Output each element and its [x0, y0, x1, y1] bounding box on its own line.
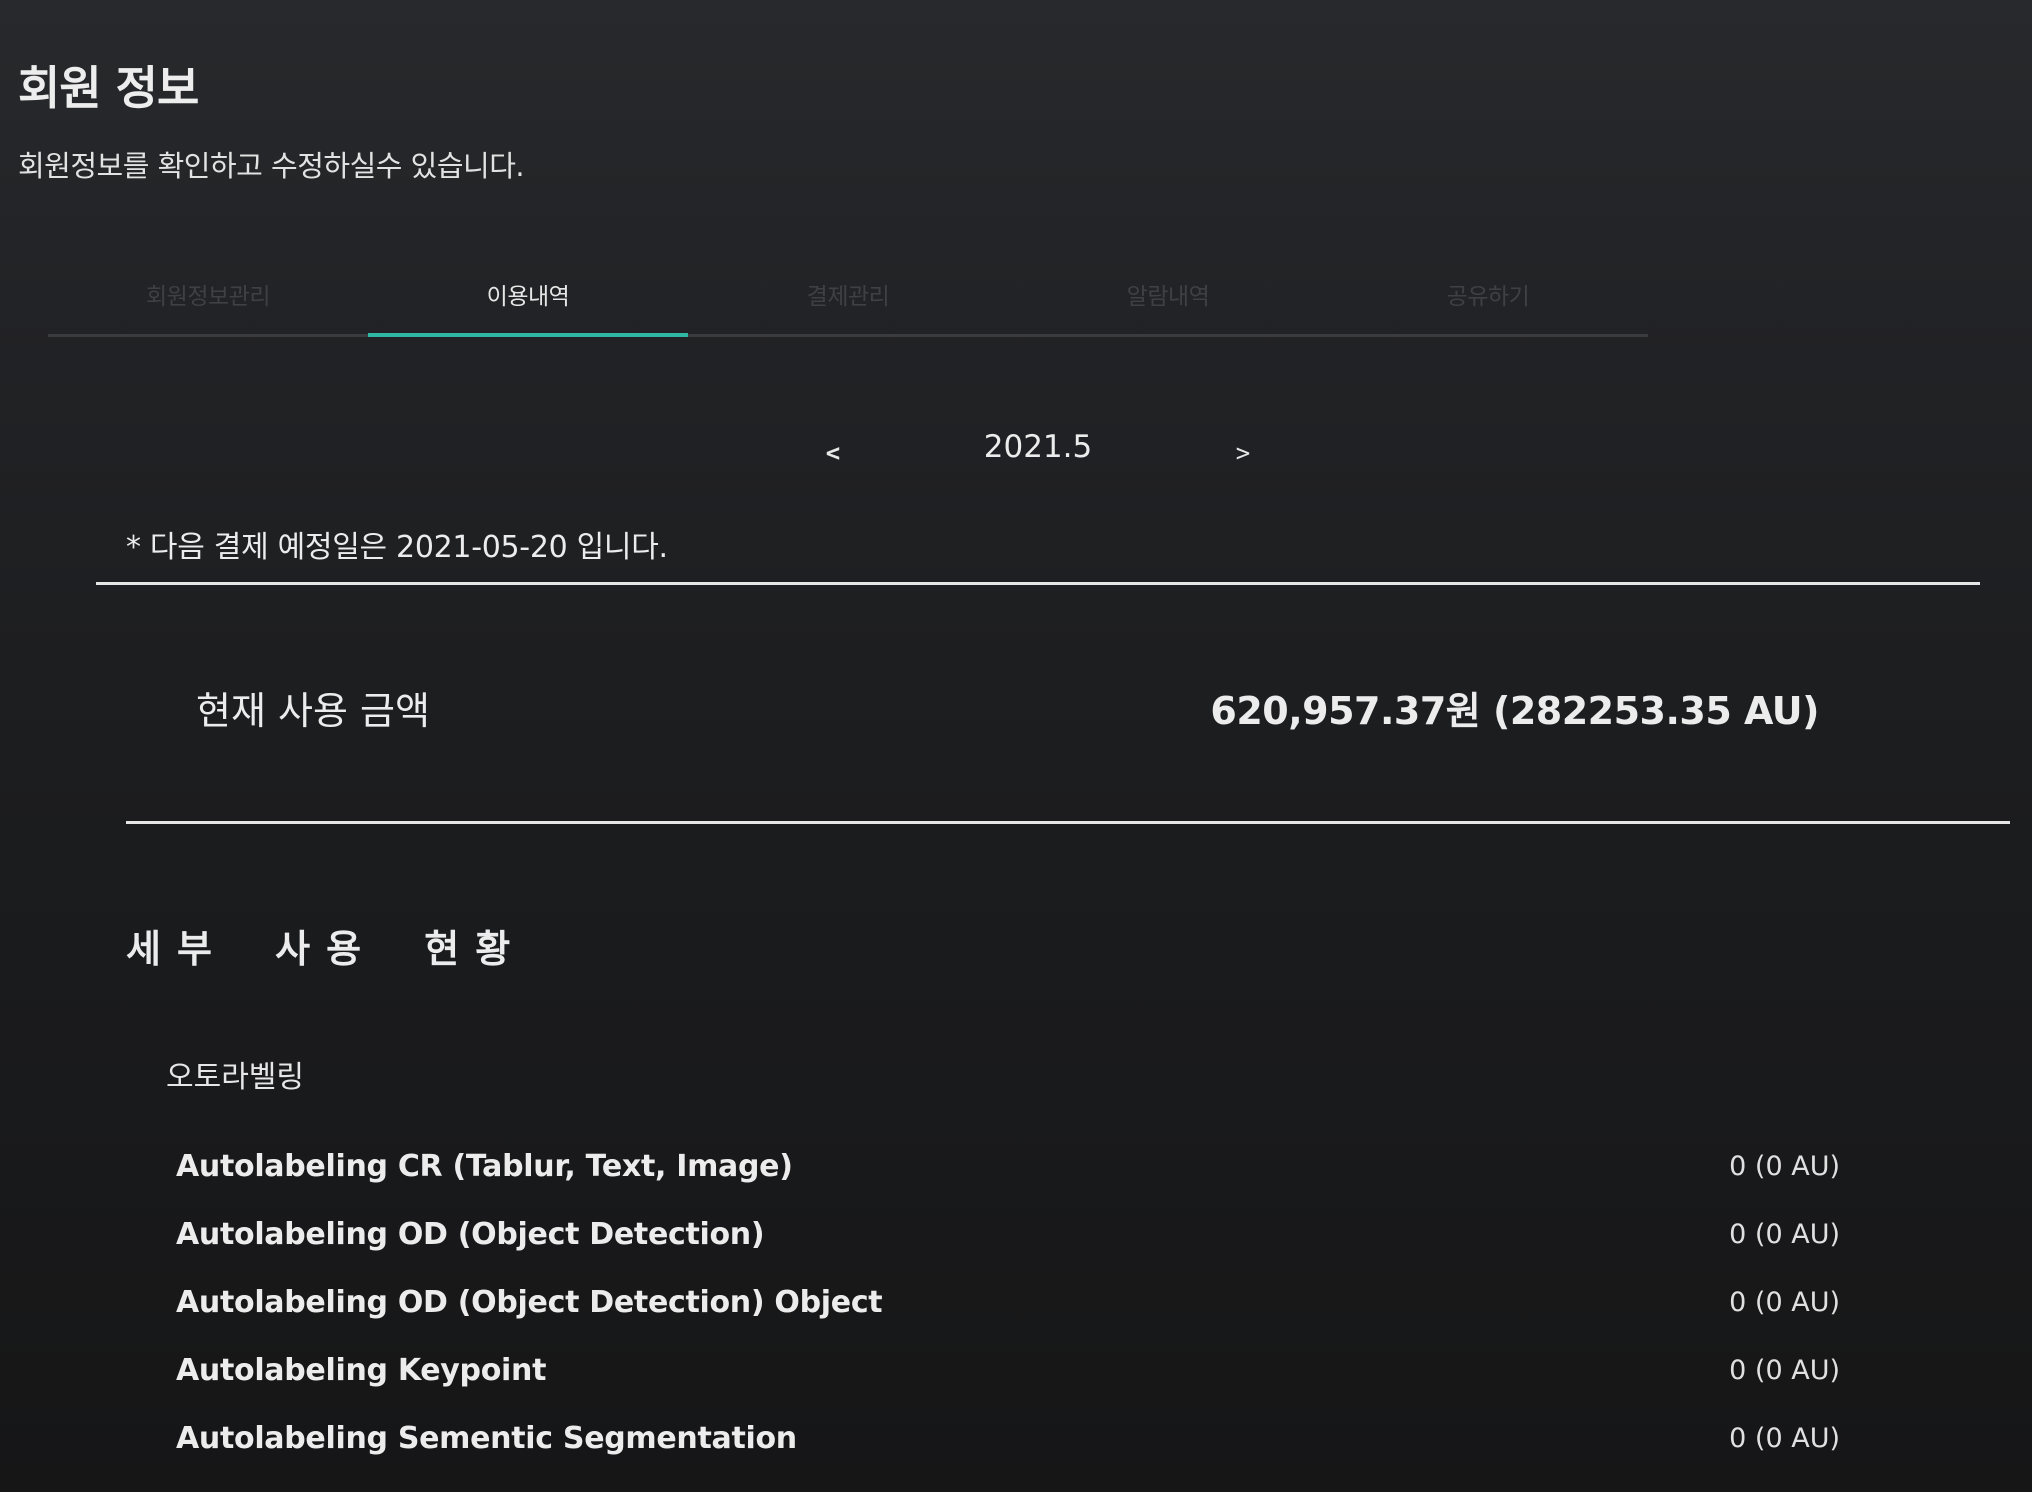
list-item: Autolabeling OD (Object Detection) Objec… [176, 1279, 1840, 1347]
category-title: 오토라벨링 [166, 1060, 304, 1095]
prev-month-button[interactable]: < [818, 439, 848, 467]
month-navigator: < 2021.5 > [0, 425, 2032, 485]
divider [96, 582, 1980, 585]
tab-usage-history[interactable]: 이용내역 [368, 260, 688, 337]
tab-bar: 회원정보관리 이용내역 결제관리 알람내역 공유하기 [48, 260, 1648, 337]
usage-item-name: Autolabeling OD (Object Detection) Objec… [176, 1285, 883, 1320]
divider [126, 821, 2010, 824]
next-payment-notice: * 다음 결제 예정일은 2021-05-20 입니다. [126, 530, 668, 565]
details-heading: 세부 사용 현황 [126, 927, 527, 971]
next-month-button[interactable]: > [1228, 439, 1258, 467]
list-item: Autolabeling Sementic Segmentation 0 (0 … [176, 1415, 1840, 1483]
usage-item-value: 0 (0 AU) [1729, 1151, 1840, 1182]
usage-list: Autolabeling CR (Tablur, Text, Image) 0 … [176, 1143, 1840, 1483]
usage-item-name: Autolabeling Sementic Segmentation [176, 1421, 797, 1456]
tab-alarms[interactable]: 알람내역 [1008, 260, 1328, 334]
usage-item-name: Autolabeling CR (Tablur, Text, Image) [176, 1149, 793, 1184]
list-item: Autolabeling OD (Object Detection) 0 (0 … [176, 1211, 1840, 1279]
list-item: Autolabeling Keypoint 0 (0 AU) [176, 1347, 1840, 1415]
page-subtitle: 회원정보를 확인하고 수정하실수 있습니다. [18, 149, 525, 183]
usage-item-value: 0 (0 AU) [1729, 1423, 1840, 1454]
tab-share[interactable]: 공유하기 [1328, 260, 1648, 334]
usage-item-name: Autolabeling Keypoint [176, 1353, 547, 1388]
usage-item-value: 0 (0 AU) [1729, 1287, 1840, 1318]
current-usage-value: 620,957.37원 (282253.35 AU) [1210, 689, 1819, 733]
tab-member-info[interactable]: 회원정보관리 [48, 260, 368, 334]
list-item: Autolabeling CR (Tablur, Text, Image) 0 … [176, 1143, 1840, 1211]
page-title: 회원 정보 [18, 61, 199, 115]
current-usage-label: 현재 사용 금액 [196, 689, 430, 733]
current-month-label: 2021.5 [983, 429, 1093, 465]
tab-payment[interactable]: 결제관리 [688, 260, 1008, 334]
usage-item-value: 0 (0 AU) [1729, 1355, 1840, 1386]
usage-item-name: Autolabeling OD (Object Detection) [176, 1217, 765, 1252]
usage-item-value: 0 (0 AU) [1729, 1219, 1840, 1250]
